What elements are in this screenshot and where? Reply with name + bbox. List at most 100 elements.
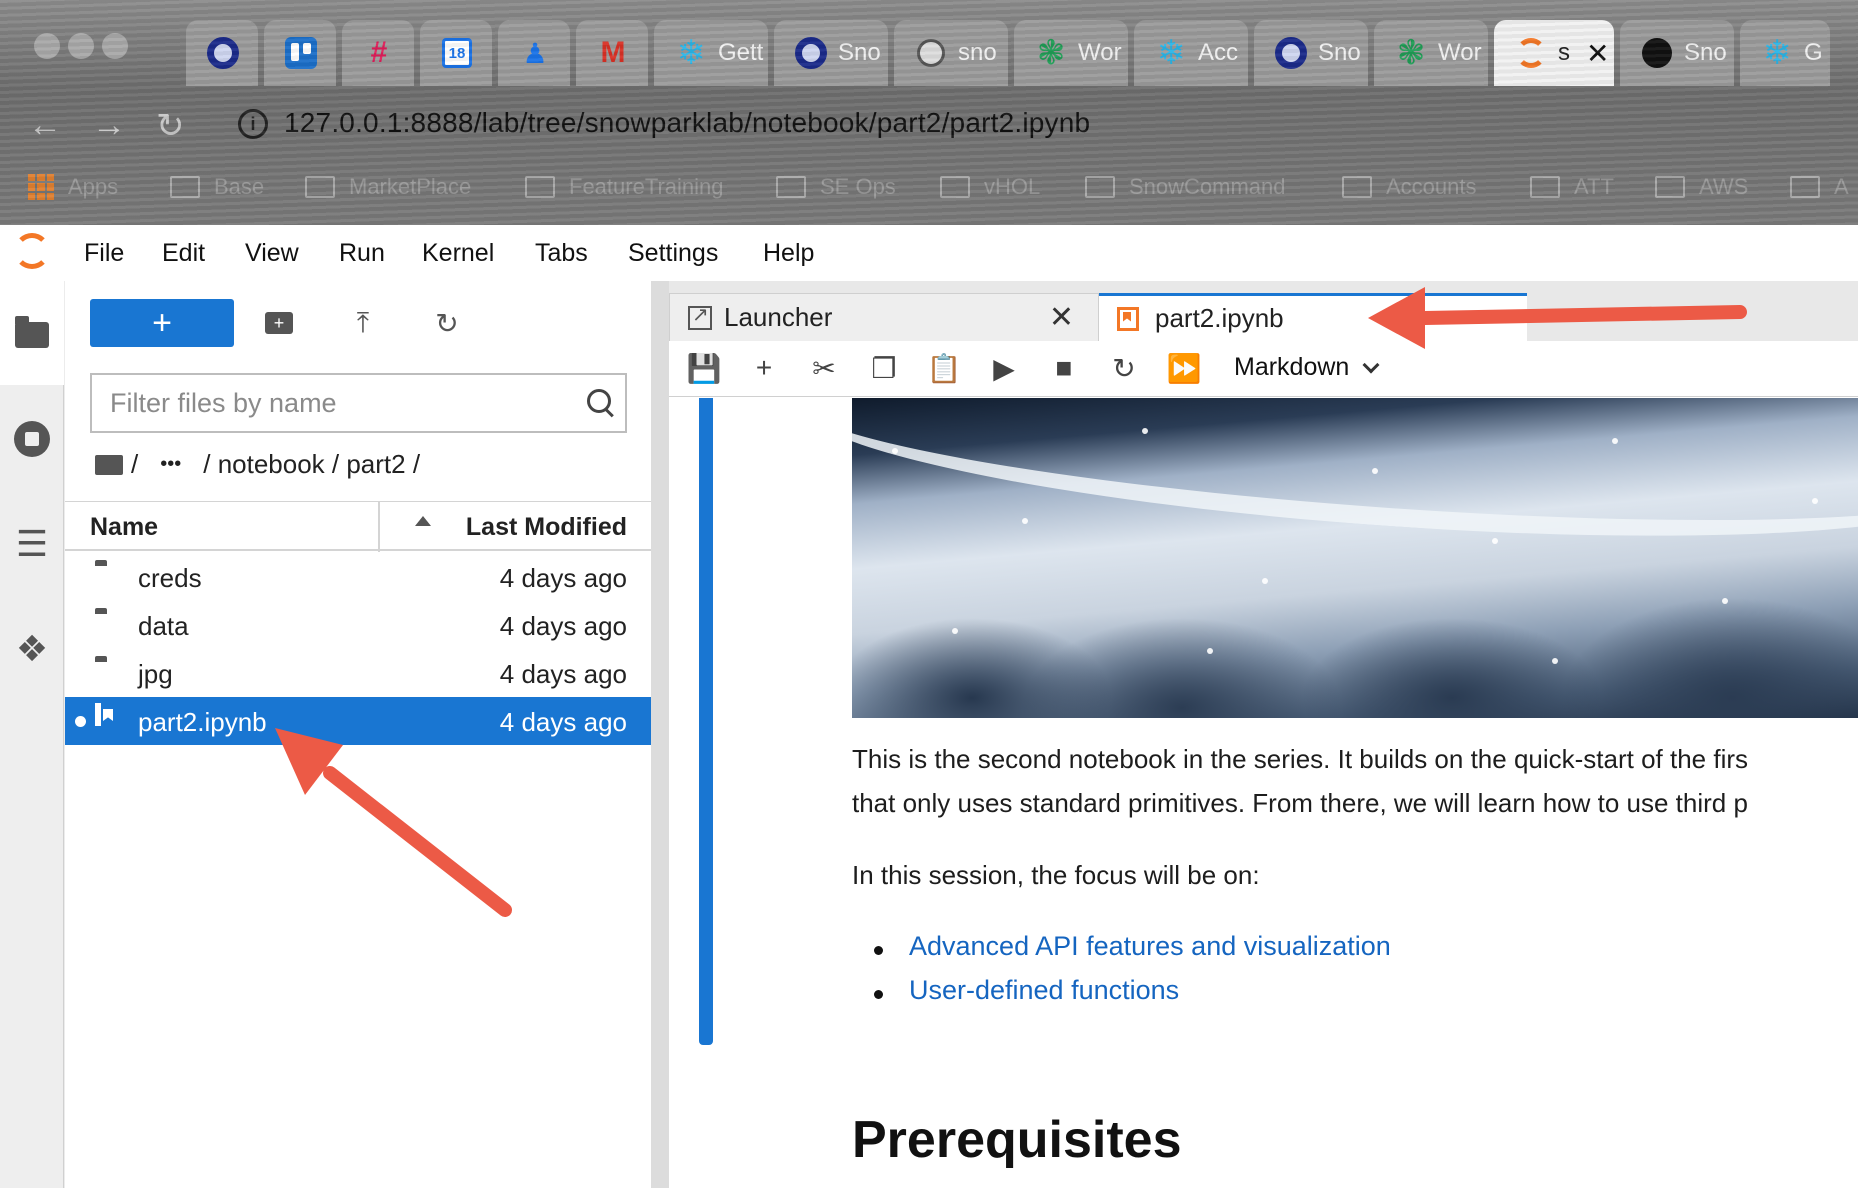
snowflake-icon: ❄ [676, 34, 706, 72]
browser-tab[interactable]: ❄ G [1740, 20, 1830, 86]
folder-icon [940, 176, 970, 198]
ring-icon [1274, 36, 1308, 70]
menu-view[interactable]: View [245, 239, 299, 268]
folder-icon [1790, 176, 1820, 198]
restart-icon[interactable]: ↻ [1107, 351, 1141, 385]
upload-icon[interactable]: ⤒ [345, 305, 381, 341]
new-launcher-button[interactable]: + [90, 299, 234, 347]
file-browser-icon[interactable] [14, 316, 50, 353]
browser-tab[interactable]: 18 [420, 20, 492, 86]
browser-tab[interactable]: ❄ Acc [1134, 20, 1248, 86]
bookmark-folder[interactable]: A [1790, 174, 1849, 200]
bookmark-folder[interactable]: Base [170, 174, 264, 200]
apps-grid-icon [28, 174, 54, 200]
sort-ascending-icon [415, 516, 431, 526]
intro-paragraph-line: that only uses standard primitives. From… [852, 788, 1748, 818]
jupyter-logo-icon [14, 233, 50, 269]
bookmark-folder[interactable]: MarketPlace [305, 174, 471, 200]
bookmark-folder[interactable]: SE Ops [776, 174, 896, 200]
folder-icon [1655, 176, 1685, 198]
bookmark-folder[interactable]: vHOL [940, 174, 1040, 200]
browser-tab[interactable]: ❃ Wor [1014, 20, 1128, 86]
browser-chrome: # 18 ♟ M ❄ Gett Sno sno ❃ Wor ❄ Acc Sno ❃ Wo… [0, 0, 1858, 225]
menu-tabs[interactable]: Tabs [535, 239, 588, 268]
bookmark-folder[interactable]: AWS [1655, 174, 1748, 200]
link-user-defined-functions[interactable]: User-defined functions [909, 975, 1179, 1006]
paste-icon[interactable]: 📋 [927, 351, 962, 385]
cut-icon[interactable]: ✂ [807, 351, 841, 385]
cell-type-select[interactable]: Markdown [1234, 353, 1380, 382]
menu-edit[interactable]: Edit [162, 239, 205, 268]
reload-icon[interactable]: ↻ [156, 106, 185, 146]
menu-help[interactable]: Help [763, 239, 814, 268]
run-all-icon[interactable]: ⏩ [1167, 351, 1202, 385]
calendar-icon: 18 [440, 36, 474, 70]
notebook-icon [1117, 306, 1139, 331]
browser-tab[interactable]: ❄ Gett [654, 20, 768, 86]
run-icon[interactable]: ▶ [987, 351, 1021, 385]
panel-splitter[interactable] [651, 281, 669, 1188]
tab-launcher[interactable]: Launcher ✕ [669, 293, 1099, 341]
insert-cell-icon[interactable]: + [747, 351, 781, 385]
new-folder-icon[interactable]: + [261, 305, 297, 341]
browser-tab[interactable]: ❃ Wor [1374, 20, 1488, 86]
tab-part2-notebook[interactable]: part2.ipynb [1099, 293, 1527, 341]
bookmark-apps[interactable]: Apps [28, 174, 118, 200]
folder-icon [525, 176, 555, 198]
url-field[interactable]: 127.0.0.1:8888/lab/tree/snowparklab/note… [284, 107, 1090, 139]
bookmark-folder[interactable]: FeatureTraining [525, 174, 723, 200]
ring-icon [206, 36, 240, 70]
menu-settings[interactable]: Settings [628, 239, 718, 268]
running-sessions-icon[interactable] [14, 421, 50, 457]
prerequisites-heading: Prerequisites [852, 1111, 1182, 1169]
save-icon[interactable]: 💾 [687, 351, 722, 385]
browser-tab[interactable]: Sno [1620, 20, 1734, 86]
menu-run[interactable]: Run [339, 239, 385, 268]
document-tab-bar: Launcher ✕ part2.ipynb [669, 281, 1858, 341]
focus-paragraph: In this session, the focus will be on: [852, 860, 1260, 890]
window-close-button[interactable] [34, 33, 60, 59]
window-minimize-button[interactable] [68, 33, 94, 59]
bookmark-folder[interactable]: SnowCommand [1085, 174, 1286, 200]
file-row[interactable]: creds 4 days ago [65, 553, 651, 601]
file-row-selected[interactable]: part2.ipynb 4 days ago [65, 697, 651, 745]
column-name-header[interactable]: Name [90, 513, 158, 542]
browser-tab[interactable] [186, 20, 258, 86]
running-indicator-icon [75, 716, 86, 727]
link-advanced-api[interactable]: Advanced API features and visualization [909, 931, 1391, 962]
jupyter-icon [1514, 36, 1548, 70]
bookmark-folder[interactable]: ATT [1530, 174, 1614, 200]
menu-file[interactable]: File [84, 239, 124, 268]
back-arrow-icon[interactable]: ← [28, 106, 62, 145]
browser-tab-active[interactable]: s ✕ [1494, 20, 1614, 86]
folder-icon [170, 176, 200, 198]
people-icon: ♟ [522, 37, 548, 69]
folder-icon[interactable] [95, 454, 123, 475]
browser-tab[interactable]: Sno [774, 20, 888, 86]
column-last-modified-header[interactable]: Last Modified [466, 513, 627, 542]
browser-tab[interactable] [264, 20, 336, 86]
refresh-icon[interactable]: ↻ [429, 305, 465, 341]
browser-tab[interactable]: Sno [1254, 20, 1368, 86]
extensions-puzzle-icon[interactable]: ❖ [14, 631, 50, 667]
browser-tab[interactable]: M [576, 20, 648, 86]
forward-arrow-icon[interactable]: → [92, 106, 126, 145]
filter-files-input[interactable] [90, 373, 627, 433]
browser-tab[interactable]: ♟ [498, 20, 570, 86]
close-icon[interactable]: ✕ [1586, 37, 1609, 70]
table-of-contents-icon[interactable]: ☰ [14, 526, 50, 562]
close-icon[interactable]: ✕ [1049, 300, 1074, 335]
file-row[interactable]: jpg 4 days ago [65, 649, 651, 697]
browser-tab-strip: # 18 ♟ M ❄ Gett Sno sno ❃ Wor ❄ Acc Sno ❃ Wo… [186, 20, 1830, 86]
window-zoom-button[interactable] [102, 33, 128, 59]
menu-kernel[interactable]: Kernel [422, 239, 494, 268]
copy-icon[interactable]: ❐ [867, 351, 901, 385]
site-info-icon[interactable]: i [238, 109, 268, 139]
browser-tab[interactable]: # [342, 20, 414, 86]
active-cell-indicator[interactable] [699, 398, 713, 1045]
file-row[interactable]: data 4 days ago [65, 601, 651, 649]
stop-icon[interactable]: ■ [1047, 351, 1081, 385]
notebook-content: This is the second notebook in the serie… [669, 398, 1858, 1188]
browser-tab[interactable]: sno [894, 20, 1008, 86]
bookmark-folder[interactable]: Accounts [1342, 174, 1477, 200]
